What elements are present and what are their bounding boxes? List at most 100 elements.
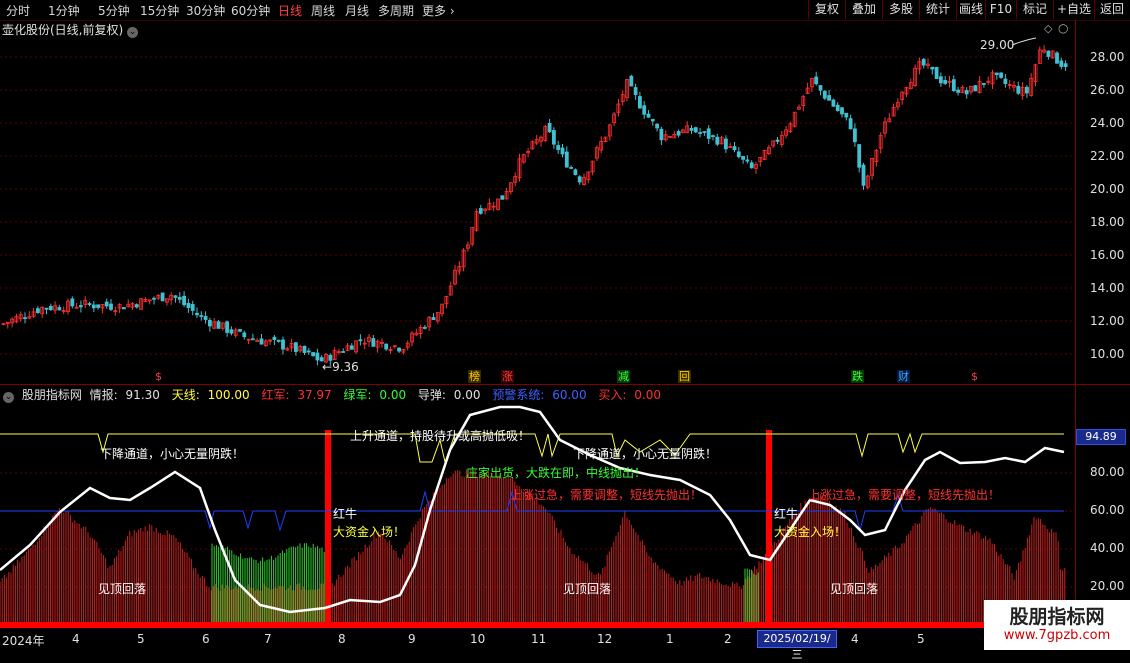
dividend-icon[interactable]: $ [154, 370, 163, 383]
cursor-date-label: 2025/02/19/三 [757, 630, 837, 661]
signal-shipping: 庄家出货，大跌在即，中线抛出！ [466, 466, 647, 480]
candle-body [478, 208, 483, 214]
candle-body [87, 303, 92, 305]
candle-body [857, 144, 862, 168]
candle-body [48, 305, 53, 311]
pane-separator [0, 384, 1130, 385]
signal-red-bull: 红牛 [333, 507, 358, 521]
candle-body [693, 127, 698, 133]
field-label: 预警系统: [492, 388, 545, 402]
candle-body [547, 122, 552, 133]
candle-body [203, 316, 208, 320]
candle-body [134, 304, 139, 308]
candle-body [1055, 52, 1059, 64]
candle-body [564, 151, 569, 168]
candle-body [384, 343, 389, 350]
dividend-icon[interactable]: $ [970, 370, 979, 383]
field-label: 红军: [261, 388, 290, 402]
signal-down-channel: 下降通道，小心无量阴跌！ [100, 447, 245, 461]
candle-body [741, 156, 745, 160]
signal-down-channel: 下降通道，小心无量阴跌！ [573, 447, 718, 461]
y-tick: 22.00 [1090, 149, 1125, 163]
y-tick: 16.00 [1090, 248, 1125, 262]
x-tick: 5 [917, 632, 925, 646]
candle-body [422, 326, 427, 329]
field-value: 100.00 [207, 388, 250, 402]
indicator-name[interactable]: 股朋指标网 [22, 388, 82, 402]
x-tick: 6 [202, 632, 210, 646]
candle-body [160, 292, 165, 302]
x-tick: 4 [72, 632, 80, 646]
candle-body [921, 58, 926, 66]
candle-body [341, 351, 346, 353]
event-tag-list[interactable]: 榜 [468, 370, 481, 383]
indicator-y-tick: 80.00 [1090, 465, 1125, 479]
indicator-y-tick: 60.00 [1090, 503, 1125, 517]
candle-body [569, 167, 573, 169]
candle-body [822, 90, 827, 99]
candle-body [242, 332, 247, 338]
candle-body [281, 339, 285, 350]
field-label: 买入: [598, 388, 627, 402]
candle-body [698, 132, 702, 134]
candle-body [349, 345, 354, 350]
candle-body [500, 195, 505, 200]
candle-body [689, 128, 694, 131]
candle-body [715, 136, 720, 145]
candle-body [650, 119, 655, 122]
indicator-title: ⌄ 股朋指标网 情报: 91.30 天线: 100.00 红军: 37.97 绿… [0, 386, 669, 403]
x-tick: 2024年 [2, 634, 45, 648]
candle-body [431, 317, 436, 321]
candle-body [749, 162, 754, 169]
field-green: 绿军: 0.00 [344, 388, 411, 402]
candle-body [186, 302, 191, 309]
candle-body [250, 338, 255, 341]
candle-body [560, 147, 565, 155]
candle-body [951, 79, 956, 92]
y-tick: 18.00 [1090, 215, 1125, 229]
signal-red-bull: 红牛 [774, 507, 799, 521]
x-tick: 5 [137, 632, 145, 646]
field-value: 0.00 [453, 388, 481, 402]
event-tag-finance[interactable]: 财 [897, 370, 910, 383]
high-price-label: 29.00 [980, 38, 1015, 52]
x-tick: 2 [724, 632, 732, 646]
candle-body [152, 297, 156, 300]
signal-big-money: 大资金入场！ [333, 525, 406, 539]
candle-body [177, 297, 182, 300]
x-tick: 11 [531, 632, 547, 646]
field-value: 0.00 [634, 388, 661, 402]
field-sky: 天线: 100.00 [172, 388, 254, 402]
field-buy: 买入: 0.00 [598, 388, 665, 402]
candle-body [973, 85, 978, 92]
candle-body [96, 304, 100, 308]
event-tag-limitup[interactable]: 涨 [501, 370, 514, 383]
field-value: 0.00 [379, 388, 407, 402]
signal-overheat: 上涨过急，需要调整，短线先抛出！ [808, 488, 1001, 502]
candle-body [216, 321, 221, 329]
low-price-value: 9.36 [332, 360, 359, 374]
candle-body [818, 85, 823, 91]
candle-body [814, 76, 819, 85]
signal-overheat: 上涨过急，需要调整，短线先抛出！ [510, 488, 703, 502]
candle-body [775, 139, 780, 142]
field-label: 天线: [171, 388, 200, 402]
indicator-y-tick: 40.00 [1090, 541, 1125, 555]
candle-body [835, 104, 840, 111]
candle-body [272, 336, 277, 341]
candle-body [556, 145, 561, 150]
candle-body [659, 128, 664, 141]
field-value: 37.97 [297, 388, 332, 402]
candle-body [182, 295, 187, 306]
signal-peak: 见顶回落 [563, 582, 612, 596]
event-tag-fall[interactable]: 跌 [851, 370, 864, 383]
chart-canvas [0, 37, 1075, 628]
event-tag-reduce[interactable]: 减 [617, 370, 630, 383]
y-tick: 28.00 [1090, 50, 1125, 64]
candle-body [397, 347, 402, 352]
chevron-down-icon[interactable]: ⌄ [3, 392, 14, 403]
price-axis-line [1075, 20, 1076, 630]
event-tag-buyback[interactable]: 回 [678, 370, 691, 383]
candle-body [306, 350, 311, 353]
candle-body [736, 151, 741, 158]
